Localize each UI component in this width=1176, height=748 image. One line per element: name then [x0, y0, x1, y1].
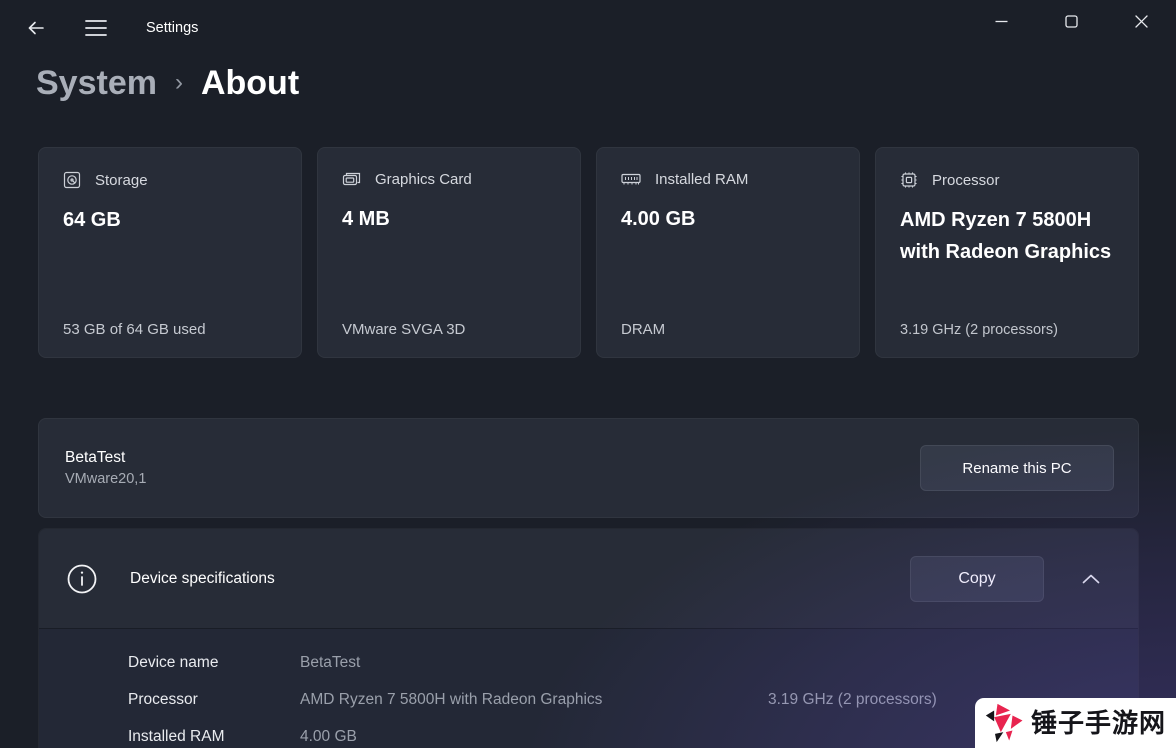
window-controls [966, 0, 1176, 42]
settings-window: Settings System › About Storage 64 GB 53 [0, 0, 1176, 748]
spec-value: BetaTest [300, 654, 768, 672]
graphics-card-header: Graphics Card [342, 171, 556, 188]
processor-card: Processor AMD Ryzen 7 5800H with Radeon … [875, 147, 1139, 358]
spec-label: Installed RAM [128, 728, 300, 746]
maximize-button[interactable] [1036, 0, 1106, 42]
device-name-row: BetaTest VMware20,1 Rename this PC [38, 418, 1139, 518]
spec-row-processor: Processor AMD Ryzen 7 5800H with Radeon … [39, 681, 1138, 718]
spec-row-installed-ram: Installed RAM 4.00 GB [39, 718, 1138, 748]
storage-card-value: 64 GB [63, 204, 277, 236]
installed-ram-header: Installed RAM [621, 171, 835, 188]
graphics-card-value: 4 MB [342, 203, 556, 235]
minimize-icon [995, 15, 1008, 28]
spec-value: AMD Ryzen 7 5800H with Radeon Graphics [300, 691, 768, 709]
storage-icon [63, 171, 81, 189]
breadcrumb-system[interactable]: System [36, 64, 157, 103]
installed-ram-detail: DRAM [621, 321, 841, 338]
cpu-icon [900, 171, 918, 189]
watermark-text: 锤子手游网 [1031, 710, 1166, 736]
storage-card-header: Storage [63, 171, 277, 189]
watermark-star-logo-icon [985, 701, 1025, 745]
watermark-badge: 锤子手游网 [975, 698, 1176, 748]
collapse-button[interactable] [1074, 562, 1108, 596]
device-specifications-body: Device name BetaTest Processor AMD Ryzen… [39, 629, 1138, 748]
device-identity: BetaTest VMware20,1 [65, 449, 920, 487]
device-specifications-header[interactable]: Device specifications Copy [39, 529, 1138, 629]
spec-row-device-name: Device name BetaTest [39, 644, 1138, 681]
minimize-button[interactable] [966, 0, 1036, 42]
processor-detail: 3.19 GHz (2 processors) [900, 322, 1120, 338]
processor-header: Processor [900, 171, 1114, 189]
page-title: About [201, 64, 299, 103]
graphics-card-card: Graphics Card 4 MB VMware SVGA 3D [317, 147, 581, 358]
device-name: BetaTest [65, 449, 920, 467]
installed-ram-value: 4.00 GB [621, 203, 835, 235]
device-specifications-expander: Device specifications Copy Device name B… [38, 528, 1139, 748]
copy-button[interactable]: Copy [910, 556, 1044, 602]
hamburger-icon [85, 19, 107, 37]
info-icon [67, 564, 97, 594]
breadcrumb: System › About [36, 64, 299, 103]
storage-card-detail: 53 GB of 64 GB used [63, 321, 283, 338]
installed-ram-label: Installed RAM [655, 171, 748, 188]
storage-card: Storage 64 GB 53 GB of 64 GB used [38, 147, 302, 358]
installed-ram-card: Installed RAM 4.00 GB DRAM [596, 147, 860, 358]
app-title: Settings [146, 0, 198, 56]
graphics-card-label: Graphics Card [375, 171, 472, 188]
close-button[interactable] [1106, 0, 1176, 42]
gpu-icon [342, 171, 361, 188]
ram-icon [621, 172, 641, 187]
chevron-up-icon [1082, 574, 1100, 584]
storage-card-label: Storage [95, 172, 148, 189]
processor-value: AMD Ryzen 7 5800H with Radeon Graphics [900, 204, 1114, 269]
breadcrumb-chevron-icon: › [175, 69, 183, 97]
back-button[interactable] [16, 8, 56, 48]
hamburger-menu-button[interactable] [76, 8, 116, 48]
close-icon [1135, 15, 1148, 28]
spec-label: Processor [128, 691, 300, 709]
titlebar: Settings [0, 0, 1176, 56]
summary-cards: Storage 64 GB 53 GB of 64 GB used Graphi… [38, 147, 1139, 358]
device-specifications-title: Device specifications [130, 570, 910, 588]
rename-pc-button[interactable]: Rename this PC [920, 445, 1114, 491]
back-arrow-icon [26, 18, 46, 38]
processor-label: Processor [932, 172, 1000, 189]
device-model: VMware20,1 [65, 471, 920, 487]
maximize-icon [1065, 15, 1078, 28]
graphics-card-detail: VMware SVGA 3D [342, 321, 562, 338]
spec-label: Device name [128, 654, 300, 672]
spec-value: 4.00 GB [300, 728, 768, 746]
